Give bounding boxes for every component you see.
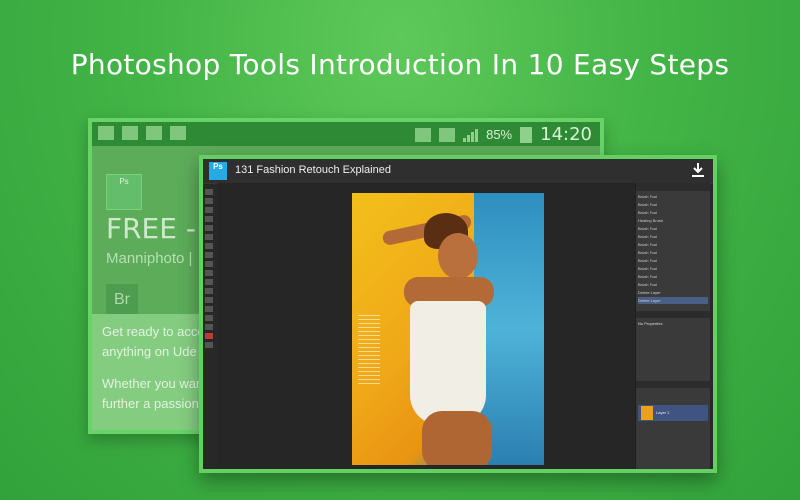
clock: 14:20 bbox=[540, 124, 592, 145]
history-item[interactable]: Brush Tool bbox=[638, 193, 708, 200]
video-player-window[interactable]: Ps 131 Fashion Retouch Explained Brush T… bbox=[199, 155, 717, 473]
alert-icon bbox=[122, 126, 138, 140]
layer-name: Layer 1 bbox=[656, 410, 670, 415]
layer-thumbnail bbox=[641, 406, 653, 420]
history-item[interactable]: Brush Tool bbox=[638, 209, 708, 216]
properties-panel-header bbox=[636, 311, 710, 318]
bridge-app-icon: Br bbox=[106, 284, 138, 316]
history-panel: Brush Tool Brush Tool Brush Tool Healing… bbox=[636, 191, 710, 307]
wifi-icon bbox=[439, 127, 456, 142]
history-item[interactable]: Brush Tool bbox=[638, 273, 708, 280]
description-line: Get ready to acce bbox=[102, 324, 205, 339]
history-item[interactable]: Healing Brush bbox=[638, 217, 708, 224]
photoshop-app-icon: Ps bbox=[106, 174, 142, 210]
layer-row[interactable]: Layer 1 bbox=[638, 405, 708, 421]
notification-icon bbox=[98, 126, 114, 140]
app-icon bbox=[170, 126, 186, 140]
battery-icon bbox=[520, 126, 533, 143]
cell-signal-icon bbox=[463, 128, 479, 142]
course-author: Manniphoto | bbox=[106, 250, 193, 267]
photoshop-icon: Ps bbox=[209, 162, 227, 180]
properties-empty: No Properties bbox=[638, 321, 663, 326]
description-line: further a passion, bbox=[102, 396, 203, 411]
history-item[interactable]: Brush Tool bbox=[638, 281, 708, 288]
signal-off-icon bbox=[415, 127, 432, 142]
status-bar: 85% 14:20 bbox=[92, 122, 600, 146]
player-title-bar: Ps 131 Fashion Retouch Explained bbox=[203, 159, 713, 184]
history-item[interactable]: Brush Tool bbox=[638, 249, 708, 256]
layers-panel: Layer 1 bbox=[636, 377, 710, 469]
history-item[interactable]: Brush Tool bbox=[638, 201, 708, 208]
history-item[interactable]: Brush Tool bbox=[638, 233, 708, 240]
history-item[interactable]: Delete Layer bbox=[638, 289, 708, 296]
photoshop-canvas[interactable] bbox=[217, 183, 635, 469]
image-icon bbox=[146, 126, 162, 140]
video-title: 131 Fashion Retouch Explained bbox=[235, 164, 391, 176]
tools-toolbar bbox=[205, 189, 215, 369]
page-headline: Photoshop Tools Introduction In 10 Easy … bbox=[70, 48, 730, 81]
history-item[interactable]: Brush Tool bbox=[638, 241, 708, 248]
battery-percent: 85% bbox=[486, 127, 513, 142]
download-icon[interactable] bbox=[691, 162, 705, 178]
photoshop-panels: Brush Tool Brush Tool Brush Tool Healing… bbox=[635, 183, 710, 469]
description-line: anything on Ude bbox=[102, 344, 197, 359]
description-line: Whether you wan bbox=[102, 376, 204, 391]
history-item-active[interactable]: Delete Layer bbox=[638, 297, 708, 304]
history-item[interactable]: Brush Tool bbox=[638, 265, 708, 272]
history-item[interactable]: Brush Tool bbox=[638, 257, 708, 264]
fashion-photo bbox=[352, 193, 544, 465]
history-item[interactable]: Brush Tool bbox=[638, 225, 708, 232]
